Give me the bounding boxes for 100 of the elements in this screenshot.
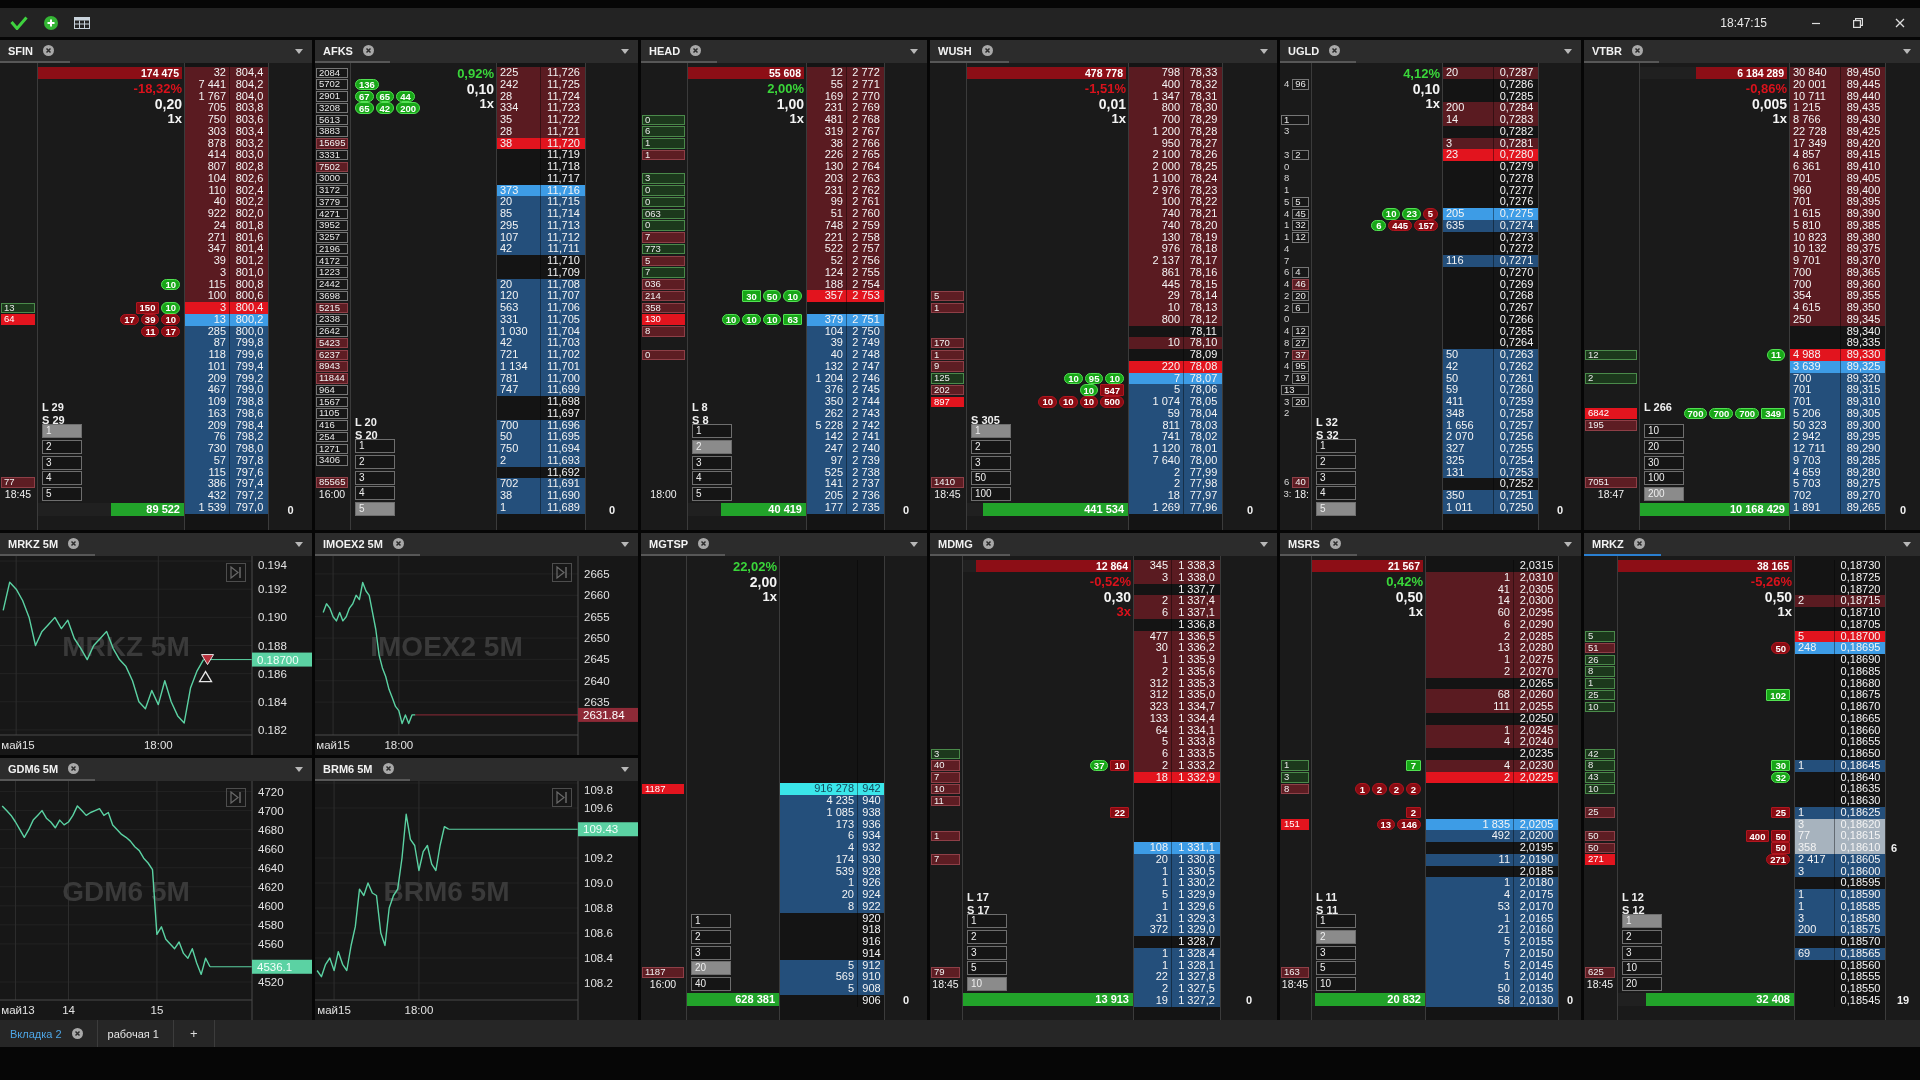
order-book-row[interactable]: 327 0,7255	[1443, 443, 1538, 455]
order-book-row[interactable]: 563 11,706	[497, 302, 585, 314]
order-book-row[interactable]: 100 800,6	[185, 290, 268, 302]
close-icon[interactable]	[1631, 45, 1643, 56]
order-book-row[interactable]: 372 1 329,0	[1134, 924, 1220, 936]
quantity-button[interactable]: 20	[1644, 439, 1684, 454]
quantity-button[interactable]: 4	[1316, 486, 1356, 501]
quantity-button[interactable]: 1	[1316, 914, 1356, 929]
order-book-row[interactable]: 350 0,7251	[1443, 490, 1538, 502]
order-book-row[interactable]: 3 800,4	[185, 302, 268, 314]
quantity-button[interactable]: 20	[1622, 977, 1662, 991]
quantity-button[interactable]: 3	[1316, 945, 1356, 960]
caret-icon[interactable]	[1903, 542, 1911, 547]
workspace-tab[interactable]: Вкладка 2	[0, 1020, 98, 1047]
order-book-row[interactable]: 2 1 337,4	[1134, 595, 1220, 607]
close-icon[interactable]	[1329, 538, 1341, 549]
order-book-row[interactable]: 5 703 89,275	[1790, 478, 1885, 490]
order-book-row[interactable]: 18 77,97	[1129, 490, 1222, 502]
quantity-button[interactable]: 1	[1316, 439, 1356, 454]
order-book-row[interactable]: 2 0,18715	[1795, 595, 1885, 607]
caret-icon[interactable]	[1260, 49, 1268, 54]
order-book-row[interactable]: 721 11,702	[497, 349, 585, 361]
order-book-row[interactable]: 40 802,2	[185, 196, 268, 208]
close-icon[interactable]	[43, 45, 55, 56]
close-icon[interactable]	[1329, 45, 1341, 56]
order-book-row[interactable]: 345 1 338,3	[1134, 560, 1220, 572]
order-book-row[interactable]: 2 1 327,5	[1134, 983, 1220, 995]
order-book-row[interactable]: 10 132 89,375	[1790, 243, 1885, 255]
order-book-row[interactable]: 2 137 78,17	[1129, 255, 1222, 267]
order-book-row[interactable]: 702 11,691	[497, 478, 585, 490]
order-book-row[interactable]: 6 361 89,410	[1790, 161, 1885, 173]
order-book-row[interactable]: 411 0,7259	[1443, 396, 1538, 408]
order-book-row[interactable]: 2 100 78,26	[1129, 149, 1222, 161]
quantity-button[interactable]: 4	[42, 471, 82, 486]
order-book-row[interactable]: 42 11,711	[497, 243, 585, 255]
order-book-row[interactable]: 4 988 89,330	[1790, 349, 1885, 361]
close-icon[interactable]	[392, 538, 404, 549]
quantity-button[interactable]: 40	[691, 977, 731, 991]
order-book-row[interactable]: 120 11,707	[497, 290, 585, 302]
close-icon[interactable]	[68, 763, 80, 774]
quantity-button[interactable]: 10	[1622, 961, 1662, 976]
caret-icon[interactable]	[910, 49, 918, 54]
order-book-row[interactable]: 1 2,0140	[1426, 971, 1558, 983]
quantity-button[interactable]: 1	[692, 424, 732, 439]
caret-icon[interactable]	[621, 49, 629, 54]
order-book-row[interactable]: 200 0,18575	[1795, 924, 1885, 936]
order-book-row[interactable]: 481 2 768	[807, 114, 884, 126]
order-book-row[interactable]: 700 78,29	[1129, 114, 1222, 126]
quantity-button[interactable]: 3	[1316, 470, 1356, 485]
order-book-row[interactable]: 1 615 89,390	[1790, 208, 1885, 220]
order-book-row[interactable]: 118 799,6	[185, 349, 268, 361]
order-book-row[interactable]: 30 1 336,2	[1134, 642, 1220, 654]
skip-to-end-icon[interactable]	[226, 788, 246, 807]
order-book-row[interactable]: 111 2,0255	[1426, 701, 1558, 713]
order-book-row[interactable]: 116 0,7271	[1443, 255, 1538, 267]
caret-icon[interactable]	[621, 542, 629, 547]
close-icon[interactable]	[981, 45, 993, 56]
caret-icon[interactable]	[1260, 542, 1268, 547]
quantity-button[interactable]: 3	[1622, 945, 1662, 960]
order-book-row[interactable]: 38 11,690	[497, 490, 585, 502]
order-book-row[interactable]: 467 799,0	[185, 384, 268, 396]
quantity-button[interactable]: 10	[1316, 977, 1356, 991]
order-book-row[interactable]: 12 2 772	[807, 67, 884, 79]
order-book-row[interactable]: 916 278 942	[780, 783, 884, 795]
add-icon[interactable]	[44, 15, 58, 30]
order-book-row[interactable]: 1 2,0275	[1426, 654, 1558, 666]
close-icon[interactable]	[690, 45, 702, 56]
quantity-button[interactable]: 3	[355, 470, 395, 485]
order-book-row[interactable]: 20 11,715	[497, 196, 585, 208]
order-book-row[interactable]: 357 2 753	[807, 290, 884, 302]
order-book-row[interactable]: 50 11,695	[497, 431, 585, 443]
order-book-row[interactable]: 68 2,0260	[1426, 689, 1558, 701]
order-book-row[interactable]: 4 2,0175	[1426, 889, 1558, 901]
order-book-row[interactable]: 35 11,722	[497, 114, 585, 126]
order-book-row[interactable]: 21 2,0160	[1426, 924, 1558, 936]
order-book-row[interactable]: 386 797,4	[185, 478, 268, 490]
order-book-row[interactable]: 740 78,21	[1129, 208, 1222, 220]
order-book-row[interactable]: 1 2,0180	[1426, 877, 1558, 889]
quantity-button[interactable]: 1	[967, 914, 1007, 929]
order-book-row[interactable]: 432 797,2	[185, 490, 268, 502]
order-book-row[interactable]: 76 798,2	[185, 431, 268, 443]
order-book-row[interactable]: 9 701 89,370	[1790, 255, 1885, 267]
order-book-row[interactable]: 23 0,7280	[1443, 149, 1538, 161]
grid-icon[interactable]	[74, 16, 90, 29]
order-book-row[interactable]: 205 2 736	[807, 490, 884, 502]
order-book-row[interactable]: 334 11,723	[497, 102, 585, 114]
order-book-row[interactable]: 40 2 748	[807, 349, 884, 361]
order-book-row[interactable]: 1 0,18590	[1795, 889, 1885, 901]
order-book-row[interactable]: 1 074 78,05	[1129, 396, 1222, 408]
order-book-row[interactable]: 569 910	[780, 971, 884, 983]
order-book-row[interactable]: 247 2 740	[807, 443, 884, 455]
workspace-tab[interactable]: рабочая 1	[97, 1020, 174, 1047]
order-book-row[interactable]: 6 1 337,1	[1134, 607, 1220, 619]
order-book-row[interactable]: 231 2 769	[807, 102, 884, 114]
order-book-row[interactable]: 99 2 761	[807, 196, 884, 208]
order-book-row[interactable]: 10 78,13	[1129, 302, 1222, 314]
order-book-row[interactable]: 730 798,0	[185, 443, 268, 455]
order-book-row[interactable]: 702 89,270	[1790, 490, 1885, 502]
order-book-row[interactable]: 800 78,30	[1129, 102, 1222, 114]
order-book-row[interactable]: 13 2,0280	[1426, 642, 1558, 654]
